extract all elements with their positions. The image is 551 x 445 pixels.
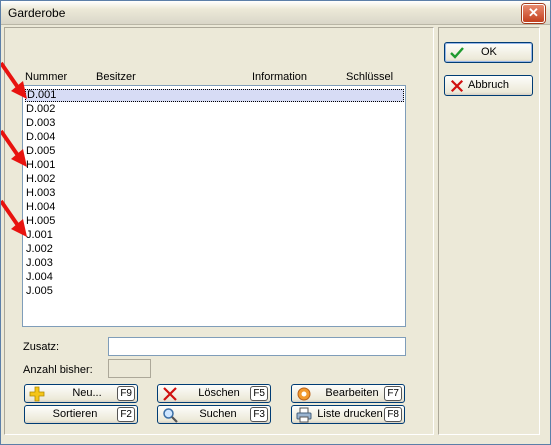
edit-button-key: F7	[384, 386, 402, 401]
anzahl-field	[108, 359, 151, 378]
zusatz-input[interactable]	[108, 337, 406, 356]
list-item[interactable]: H.005	[25, 215, 404, 228]
new-button-label: Neu...	[72, 387, 102, 399]
list-item[interactable]: J.005	[25, 285, 404, 298]
edit-button-label: Bearbeiten	[325, 387, 379, 399]
list-item[interactable]: J.004	[25, 271, 404, 284]
annotation-arrow-icon	[1, 129, 27, 167]
list-item[interactable]: H.003	[25, 187, 404, 200]
list-item[interactable]: D.004	[25, 131, 404, 144]
cancel-x-icon	[450, 79, 464, 93]
anzahl-label: Anzahl bisher:	[23, 364, 93, 376]
column-header-schluessel[interactable]: Schlüssel	[346, 71, 393, 83]
list-item[interactable]: H.002	[25, 173, 404, 186]
search-button-key: F3	[250, 407, 268, 422]
print-list-button[interactable]: Liste drucken F8	[291, 405, 405, 424]
title-bar: Garderobe ✕	[1, 1, 550, 25]
column-header-nummer[interactable]: Nummer	[25, 71, 67, 83]
printer-icon	[296, 407, 312, 423]
list-item[interactable]: D.003	[25, 117, 404, 130]
delete-button-key: F5	[250, 386, 268, 401]
close-button[interactable]: ✕	[522, 4, 545, 23]
close-icon: ✕	[528, 5, 539, 20]
column-header-besitzer[interactable]: Besitzer	[96, 71, 136, 83]
ok-button-label: OK	[481, 46, 497, 58]
garderobe-list[interactable]: D.001 D.002 D.003 D.004 D.005 H.001 H.00…	[22, 85, 406, 327]
list-item[interactable]: J.001	[25, 229, 404, 242]
new-button-key: F9	[117, 386, 135, 401]
window-title: Garderobe	[8, 6, 66, 20]
print-list-button-key: F8	[384, 407, 402, 422]
annotation-arrow-icon	[1, 199, 27, 237]
sort-button-key: F2	[117, 407, 135, 422]
list-item[interactable]: D.005	[25, 145, 404, 158]
list-item[interactable]: D.001	[25, 89, 404, 102]
sort-button-label: Sortieren	[52, 408, 98, 420]
delete-button[interactable]: Löschen F5	[157, 384, 271, 403]
delete-button-label: Löschen	[198, 387, 240, 399]
garderobe-dialog: Garderobe ✕ Nummer Besitzer Information …	[0, 0, 551, 445]
search-button[interactable]: Suchen F3	[157, 405, 271, 424]
sort-button[interactable]: Sortieren F2	[24, 405, 138, 424]
edit-button[interactable]: Bearbeiten F7	[291, 384, 405, 403]
list-item[interactable]: J.002	[25, 243, 404, 256]
plus-icon	[29, 386, 45, 402]
checkmark-icon	[450, 47, 464, 59]
zusatz-label: Zusatz:	[23, 341, 60, 353]
cancel-button[interactable]: Abbruch	[444, 75, 533, 96]
list-item[interactable]: D.002	[25, 103, 404, 116]
ok-button[interactable]: OK	[444, 42, 533, 63]
print-list-button-label: Liste drucken	[317, 408, 383, 420]
list-item[interactable]: H.004	[25, 201, 404, 214]
search-button-label: Suchen	[199, 408, 237, 420]
search-icon	[163, 408, 178, 423]
new-button[interactable]: Neu... F9	[24, 384, 138, 403]
annotation-arrow-icon	[1, 61, 27, 99]
column-header-information[interactable]: Information	[252, 71, 307, 83]
list-item[interactable]: J.003	[25, 257, 404, 270]
cancel-button-label: Abbruch	[468, 79, 509, 91]
list-item[interactable]: H.001	[25, 159, 404, 172]
edit-ring-icon	[297, 387, 311, 401]
delete-x-icon	[163, 387, 177, 401]
